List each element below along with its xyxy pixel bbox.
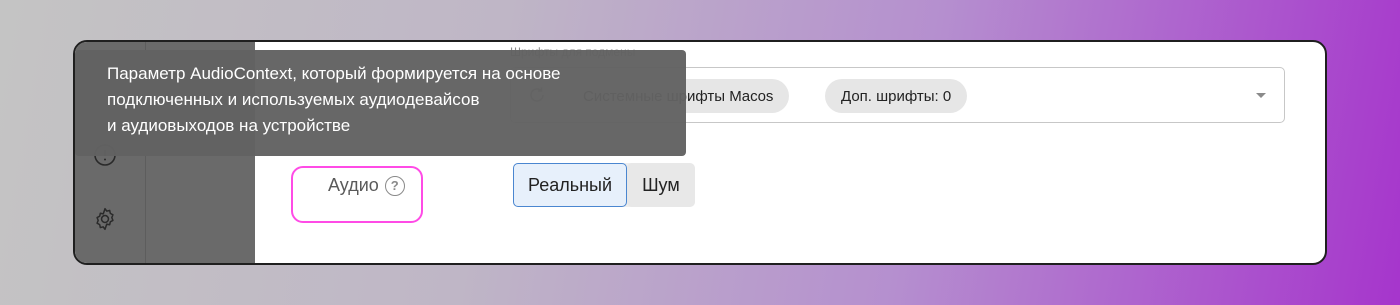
tooltip-line-1: Параметр AudioContext, который формирует…	[107, 64, 561, 83]
audio-toggle-group: Реальный Шум	[513, 163, 695, 207]
audio-tooltip: Параметр AudioContext, который формирует…	[75, 50, 686, 156]
help-icon[interactable]: ?	[384, 175, 405, 196]
settings-icon[interactable]	[92, 206, 118, 232]
audio-label-text: Аудио	[328, 175, 379, 195]
help-glyph: ?	[390, 178, 399, 193]
audio-option-real[interactable]: Реальный	[513, 163, 628, 207]
tooltip-line-2: подключенных и используемых аудиодевайсо…	[107, 90, 480, 109]
chevron-down-icon[interactable]	[1256, 93, 1266, 98]
audio-label: Аудио ?	[328, 175, 405, 196]
tooltip-line-3: и аудиовыходов на устройстве	[107, 116, 351, 135]
font-chip-extra[interactable]: Доп. шрифты: 0	[825, 79, 968, 113]
audio-option-noise[interactable]: Шум	[627, 163, 695, 207]
